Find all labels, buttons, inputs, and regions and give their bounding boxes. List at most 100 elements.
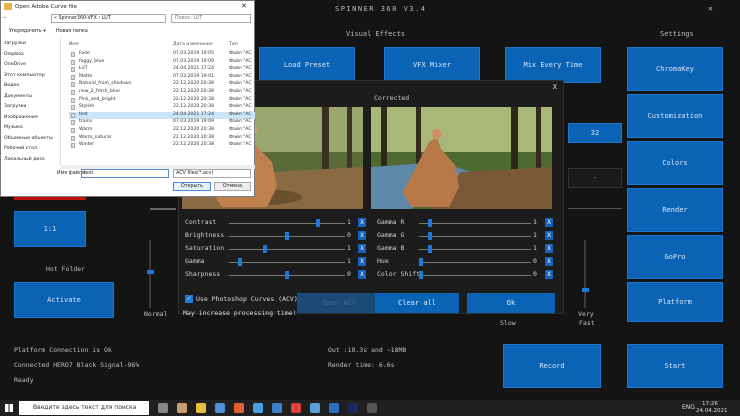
- telegram-icon[interactable]: [310, 403, 320, 413]
- gopro-button[interactable]: GoPro: [627, 235, 723, 279]
- slider-track[interactable]: [229, 223, 345, 224]
- windows-start-icon[interactable]: [5, 404, 13, 412]
- cancel-button[interactable]: Отмена: [214, 182, 251, 191]
- nav-item[interactable]: загрузки: [4, 41, 26, 46]
- value-32-field[interactable]: 32: [568, 123, 622, 143]
- app-icon[interactable]: [291, 403, 301, 413]
- reset-icon[interactable]: X: [545, 244, 553, 253]
- spinner-icon[interactable]: [367, 403, 377, 413]
- file-row[interactable]: Winter 22.12.2020 20:38 Файл "AC: [69, 142, 255, 149]
- clock-time[interactable]: 17:26: [702, 401, 718, 407]
- column-type[interactable]: Тип: [229, 42, 238, 47]
- nav-item[interactable]: Локальный диск: [4, 157, 45, 162]
- dialog-close-icon[interactable]: X: [553, 83, 557, 91]
- skype-icon[interactable]: [272, 403, 282, 413]
- photoshop-icon[interactable]: [348, 403, 358, 413]
- slider-knob[interactable]: [262, 245, 267, 253]
- explorer-icon[interactable]: [196, 403, 206, 413]
- file-row[interactable]: Warm 22.12.2020 20:38 Файл "AC: [69, 127, 255, 134]
- slider-knob[interactable]: [419, 258, 423, 266]
- file-row[interactable]: Natural_from_shadows 22.12.2020 20:38 Файл…: [69, 81, 255, 88]
- curves-checkbox[interactable]: ✓: [185, 295, 193, 303]
- new-folder-button[interactable]: Новая папка: [56, 29, 88, 34]
- file-row[interactable]: trains 07.03.2019 19:09 Файл "AC: [69, 119, 255, 126]
- nav-item[interactable]: Видео: [4, 83, 19, 88]
- open-button[interactable]: Открыть: [173, 182, 211, 191]
- search-input[interactable]: Поиск: LUT: [171, 14, 251, 23]
- nav-item[interactable]: Документы: [4, 94, 32, 99]
- file-row[interactable]: Pink_and_bright 22.12.2020 20:38 Файл "AC: [69, 97, 255, 104]
- file-row[interactable]: foggy_blue 07.03.2019 19:09 Файл "AC: [69, 59, 255, 66]
- ratio-button[interactable]: 1:1: [14, 211, 86, 247]
- back-icon[interactable]: ←: [3, 15, 9, 21]
- reset-icon[interactable]: X: [358, 231, 366, 240]
- nav-item[interactable]: Музыка: [4, 125, 23, 130]
- customization-button[interactable]: Customization: [627, 94, 723, 138]
- reset-icon[interactable]: X: [358, 257, 366, 266]
- close-icon[interactable]: ✕: [708, 4, 713, 13]
- speed-slider[interactable]: [146, 240, 154, 308]
- file-dialog-close-icon[interactable]: ✕: [241, 2, 247, 10]
- fast-slider-knob[interactable]: [581, 288, 589, 292]
- reset-icon[interactable]: X: [545, 270, 553, 279]
- file-row[interactable]: test 24.04.2021 17:24 Файл "AC: [69, 111, 255, 120]
- nav-item[interactable]: OneDrive: [4, 62, 26, 67]
- slider-knob[interactable]: [285, 232, 289, 240]
- render-button[interactable]: Render: [627, 188, 723, 232]
- file-row[interactable]: Warm_natural 22.12.2020 20:38 Файл "AC: [69, 135, 255, 142]
- file-row[interactable]: Matte 07.03.2019 19:01 Файл "AC: [69, 74, 255, 81]
- nav-item[interactable]: Dropbox: [4, 52, 24, 57]
- store-icon[interactable]: [215, 403, 225, 413]
- taskbar-search[interactable]: Введите здесь текст для поиска: [19, 401, 149, 415]
- platform-button[interactable]: Platform: [627, 282, 723, 322]
- slider-track[interactable]: [419, 275, 531, 276]
- slider-track[interactable]: [419, 223, 531, 224]
- file-row[interactable]: new_2_fresh_blue 22.12.2020 20:38 Файл "AC: [69, 89, 255, 96]
- reset-icon[interactable]: X: [545, 231, 553, 240]
- clock-date[interactable]: 24.04.2021: [696, 408, 728, 414]
- file-row[interactable]: Stylish 22.12.2020 20:38 Файл "AC: [69, 104, 255, 111]
- reset-icon[interactable]: X: [545, 257, 553, 266]
- speed-slider-knob[interactable]: [146, 270, 154, 274]
- file-type-select[interactable]: ACV files(*.acv): [173, 169, 251, 178]
- slider-knob[interactable]: [285, 271, 289, 279]
- reset-icon[interactable]: X: [358, 244, 366, 253]
- slider-track[interactable]: [229, 262, 345, 263]
- slider-knob[interactable]: [427, 219, 432, 227]
- nav-item[interactable]: Изображения: [4, 115, 38, 120]
- filename-input[interactable]: test: [81, 169, 169, 178]
- office-icon[interactable]: [234, 403, 244, 413]
- language-indicator[interactable]: ENG: [682, 404, 695, 411]
- slider-track[interactable]: [419, 236, 531, 237]
- column-name[interactable]: Имя: [69, 42, 79, 47]
- reset-icon[interactable]: X: [358, 270, 366, 279]
- task-view-icon[interactable]: [158, 403, 168, 413]
- file-row[interactable]: Fade 07.03.2019 19:05 Файл "AC: [69, 51, 255, 58]
- slider-knob[interactable]: [419, 271, 423, 279]
- nav-item[interactable]: Этот компьютер: [4, 73, 45, 78]
- slider-knob[interactable]: [427, 245, 432, 253]
- slider-knob[interactable]: [237, 258, 242, 266]
- slider-track[interactable]: [419, 249, 531, 250]
- ok-button[interactable]: Ok: [467, 293, 555, 313]
- colors-button[interactable]: Colors: [627, 141, 723, 185]
- activate-button[interactable]: Activate: [14, 282, 114, 318]
- load-preset-button[interactable]: Load Preset: [259, 47, 355, 83]
- vfx-mixer-button[interactable]: VFX Mixer: [384, 47, 480, 83]
- nav-item[interactable]: Загрузки: [4, 104, 26, 109]
- photos-icon[interactable]: [177, 403, 187, 413]
- chromakey-button[interactable]: ChromaKey: [627, 47, 723, 91]
- fast-slider[interactable]: [581, 240, 589, 308]
- start-button[interactable]: Start: [627, 344, 723, 388]
- clear-all-button[interactable]: Clear all: [375, 293, 459, 313]
- reset-icon[interactable]: X: [358, 218, 366, 227]
- word-icon[interactable]: [329, 403, 339, 413]
- file-row[interactable]: LUT 24.04.2021 17:24 Файл "AC: [69, 66, 255, 73]
- slider-track[interactable]: [229, 249, 345, 250]
- reset-icon[interactable]: X: [545, 218, 553, 227]
- slider-track[interactable]: [419, 262, 531, 263]
- nav-item[interactable]: Объемные объекты: [4, 136, 53, 141]
- record-button[interactable]: Record: [503, 344, 601, 388]
- organize-menu[interactable]: Упорядочить ▾: [9, 29, 46, 34]
- nav-item[interactable]: Рабочий стол: [4, 146, 37, 151]
